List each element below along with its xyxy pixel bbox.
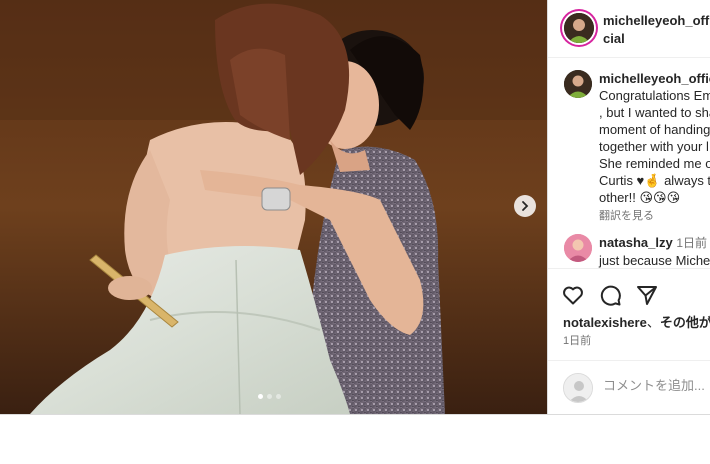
caption-line: moment of handing xyxy=(599,122,710,137)
add-comment-area xyxy=(548,360,710,414)
author-username-line2: cial xyxy=(603,31,625,46)
carousel-next-button[interactable] xyxy=(514,195,536,217)
post-date[interactable]: 1日前 xyxy=(563,332,591,348)
heart-icon xyxy=(563,286,583,305)
commenter-avatar[interactable] xyxy=(564,234,592,262)
carousel-dot xyxy=(267,394,272,399)
author-username[interactable]: michelleyeoh_offi cial xyxy=(603,12,710,48)
likes-username[interactable]: notalexishere xyxy=(563,315,647,330)
carousel-indicator xyxy=(258,394,281,399)
photo-illustration xyxy=(0,0,547,414)
avatar-image xyxy=(564,13,594,43)
avatar-image xyxy=(564,70,592,98)
author-username-line1: michelleyeoh_offi xyxy=(603,13,710,28)
default-avatar-icon xyxy=(564,374,592,402)
caption-line: Curtis ♥🤞 always t xyxy=(599,173,710,188)
comment-input[interactable] xyxy=(603,378,710,393)
chevron-right-icon xyxy=(522,201,529,211)
comment-button[interactable] xyxy=(598,283,622,307)
page-footer-area xyxy=(0,415,710,464)
carousel-dot xyxy=(276,394,281,399)
comment-time: 1日前 xyxy=(676,236,708,250)
carousel-dot xyxy=(258,394,263,399)
comment-text: natasha_lzy 1日前 just because Michel xyxy=(599,234,710,269)
caption-line: together with your l xyxy=(599,139,709,154)
caption-line: She reminded me o xyxy=(599,156,710,171)
share-button[interactable] xyxy=(635,283,659,307)
paper-plane-icon xyxy=(637,286,657,305)
avatar-image xyxy=(564,234,592,262)
commenter-username[interactable]: natasha_lzy xyxy=(599,235,673,250)
author-avatar[interactable] xyxy=(564,13,594,43)
caption-username[interactable]: michelleyeoh_offici xyxy=(599,70,710,87)
post-header: michelleyeoh_offi cial xyxy=(548,0,710,58)
caption-line: , but I wanted to sha xyxy=(599,105,710,120)
comment-body: just because Michel xyxy=(599,253,710,268)
current-user-avatar xyxy=(563,373,593,403)
caption-line: Congratulations Em xyxy=(599,88,710,103)
caption-author-avatar[interactable] xyxy=(564,70,592,98)
likes-others-link[interactable]: その他が xyxy=(660,315,710,330)
post-photo[interactable] xyxy=(0,0,547,414)
post-side-panel: michelleyeoh_offi cial michelleyeoh_offi… xyxy=(547,0,710,414)
caption-line: other!! 😘😘😘 xyxy=(599,190,681,205)
instagram-post-modal: michelleyeoh_offi cial michelleyeoh_offi… xyxy=(0,0,710,414)
like-button[interactable] xyxy=(561,283,585,307)
caption-text: michelleyeoh_offici Congratulations Em ,… xyxy=(599,70,710,225)
comment-bubble-icon xyxy=(600,285,621,306)
likes-separator: 、 xyxy=(646,315,660,330)
see-translation-link[interactable]: 翻訳を見る xyxy=(599,208,710,225)
likes-summary: notalexishere、その他が xyxy=(563,312,710,331)
